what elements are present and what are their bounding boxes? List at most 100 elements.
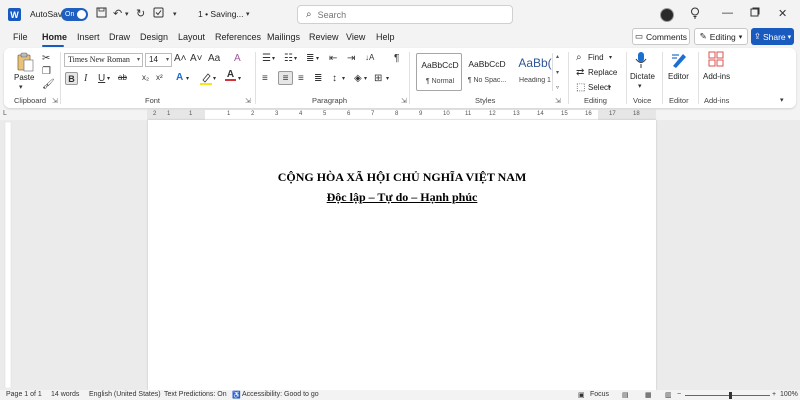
tab-references[interactable]: References (215, 32, 261, 42)
dialog-launcher-icon[interactable]: ⇲ (555, 97, 561, 105)
page-count[interactable]: Page 1 of 1 (6, 391, 42, 398)
sort-icon[interactable]: ↓A (365, 53, 374, 62)
more-icon[interactable]: ▿ (556, 84, 559, 91)
autosave-toggle[interactable]: On (61, 8, 88, 21)
chevron-down-icon[interactable]: ▾ (364, 75, 367, 82)
add-ins-icon[interactable] (708, 51, 724, 67)
focus-mode[interactable]: Focus (590, 391, 609, 398)
numbering-icon[interactable]: ☷ (284, 53, 293, 64)
style-no-spacing[interactable]: AaBbCcD ¶ No Spac... (464, 53, 510, 91)
subscript-button[interactable]: x₂ (142, 73, 149, 82)
font-size-select[interactable]: 14 ▾ (145, 53, 172, 67)
chevron-down-icon[interactable]: ▾ (780, 96, 784, 104)
search-box[interactable]: ⌕ (297, 5, 513, 24)
chevron-down-icon[interactable]: ▾ (213, 75, 216, 82)
grow-font-icon[interactable]: A˄ (174, 53, 187, 64)
align-left-icon[interactable]: ≡ (262, 73, 268, 84)
chevron-down-icon[interactable]: ▾ (125, 10, 129, 18)
borders-icon[interactable]: ⊞ (374, 73, 382, 84)
dialog-launcher-icon[interactable]: ⇲ (401, 97, 407, 105)
text-effects-icon[interactable]: A (176, 72, 183, 83)
editing-mode-button[interactable]: ✎ Editing ▾ (694, 28, 748, 45)
superscript-button[interactable]: x² (156, 73, 163, 82)
replace-icon[interactable]: ⇄ (576, 67, 584, 78)
select-label[interactable]: Select (588, 83, 610, 92)
chevron-up-icon[interactable]: ▴ (556, 53, 559, 60)
chevron-down-icon[interactable]: ▾ (186, 75, 189, 82)
undo-icon[interactable]: ↶ (113, 7, 122, 20)
align-center-icon[interactable]: ≡ (278, 71, 293, 85)
chevron-down-icon[interactable]: ▾ (608, 84, 611, 91)
tab-view[interactable]: View (346, 32, 365, 42)
justify-icon[interactable]: ≣ (314, 73, 322, 84)
customize-qat-icon[interactable]: ▾ (173, 10, 177, 18)
tab-mailings[interactable]: Mailings (267, 32, 300, 42)
chevron-down-icon[interactable]: ▾ (107, 75, 110, 82)
restore-icon[interactable] (750, 7, 760, 20)
shading-icon[interactable]: ◈ (354, 73, 362, 84)
dialog-launcher-icon[interactable]: ⇲ (52, 97, 58, 105)
save-icon[interactable] (96, 7, 107, 21)
line-spacing-icon[interactable]: ↕ (332, 73, 337, 84)
editor-icon[interactable] (671, 51, 687, 69)
avatar[interactable] (660, 8, 674, 22)
cut-icon[interactable]: ✂ (42, 53, 50, 64)
chevron-down-icon[interactable]: ▾ (294, 55, 297, 62)
select-icon[interactable]: ⬚ (576, 82, 585, 93)
zoom-out-icon[interactable]: − (677, 391, 681, 398)
zoom-level[interactable]: 100% (780, 391, 798, 398)
clear-formatting-icon[interactable]: A (234, 53, 241, 64)
tab-review[interactable]: Review (309, 32, 339, 42)
chevron-down-icon[interactable]: ▾ (238, 75, 241, 82)
microphone-icon[interactable] (635, 51, 647, 69)
chevron-down-icon[interactable]: ▾ (638, 82, 642, 90)
copy-icon[interactable]: ❐ (42, 66, 51, 77)
bold-button[interactable]: B (65, 72, 78, 85)
chevron-down-icon[interactable]: ▾ (246, 10, 250, 18)
document-page[interactable]: CỘNG HÒA XÃ HỘI CHỦ NGHĨA VIỆT NAM Độc l… (148, 120, 656, 390)
styles-scroll[interactable]: ▴ ▾ ▿ (552, 53, 562, 91)
change-case-icon[interactable]: Aa (208, 53, 220, 64)
tab-design[interactable]: Design (140, 32, 168, 42)
chevron-down-icon[interactable]: ▾ (342, 75, 345, 82)
language-status[interactable]: English (United States) (89, 391, 161, 398)
word-count[interactable]: 14 words (51, 391, 79, 398)
find-icon[interactable]: ⌕ (576, 52, 582, 63)
print-layout-icon[interactable]: ▦ (645, 391, 652, 399)
find-label[interactable]: Find (588, 53, 604, 62)
lightbulb-icon[interactable] (690, 7, 700, 22)
add-ins-label[interactable]: Add-ins (703, 72, 730, 81)
text-predictions-status[interactable]: Text Predictions: On (164, 391, 227, 398)
tab-home[interactable]: Home (42, 32, 67, 42)
zoom-in-icon[interactable]: + (772, 391, 776, 398)
shrink-font-icon[interactable]: A˅ (190, 53, 203, 64)
accessibility-status[interactable]: Accessibility: Good to go (242, 391, 319, 398)
tab-layout[interactable]: Layout (178, 32, 205, 42)
format-painter-quick-icon[interactable] (153, 7, 164, 21)
minimize-icon[interactable]: — (722, 7, 733, 19)
document-subheading[interactable]: Độc lập – Tự do – Hạnh phúc (148, 190, 656, 205)
decrease-indent-icon[interactable]: ⇤ (329, 53, 337, 64)
increase-indent-icon[interactable]: ⇥ (347, 53, 355, 64)
redo-icon[interactable]: ↻ (136, 7, 145, 20)
chevron-down-icon[interactable]: ▾ (316, 55, 319, 62)
close-icon[interactable]: ✕ (778, 7, 787, 20)
zoom-slider-thumb[interactable] (728, 392, 732, 399)
paste-icon[interactable] (16, 52, 34, 72)
tab-draw[interactable]: Draw (109, 32, 130, 42)
chevron-down-icon[interactable]: ▾ (272, 55, 275, 62)
font-name-select[interactable]: Times New Roman ▾ (64, 53, 143, 67)
vertical-ruler[interactable] (3, 121, 13, 389)
document-heading[interactable]: CỘNG HÒA XÃ HỘI CHỦ NGHĨA VIỆT NAM (148, 170, 656, 185)
chevron-down-icon[interactable]: ▾ (19, 83, 23, 91)
style-normal[interactable]: AaBbCcD ¶ Normal (416, 53, 462, 91)
search-input[interactable] (317, 9, 488, 20)
highlight-icon[interactable] (200, 72, 212, 85)
align-right-icon[interactable]: ≡ (298, 73, 304, 84)
horizontal-ruler[interactable]: 1 2 1 1 2 3 4 5 6 7 8 9 10 11 12 13 14 1… (147, 109, 656, 120)
tab-selector-icon[interactable]: L (3, 110, 7, 117)
tab-help[interactable]: Help (376, 32, 395, 42)
bullets-icon[interactable]: ☰ (262, 53, 271, 64)
multilevel-list-icon[interactable]: ≣ (306, 53, 314, 64)
tab-insert[interactable]: Insert (77, 32, 100, 42)
